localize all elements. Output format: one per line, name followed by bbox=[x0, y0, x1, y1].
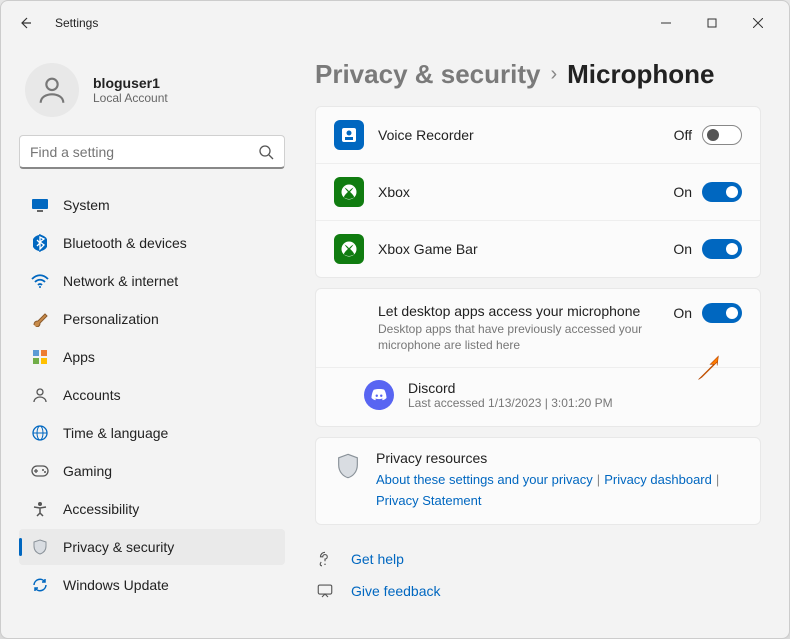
app-row: Voice Recorder Off bbox=[316, 107, 760, 164]
user-profile[interactable]: bloguser1 Local Account bbox=[19, 57, 285, 135]
app-access-panel: Voice Recorder Off Xbox On Xbox Game Bar On bbox=[315, 106, 761, 278]
sidebar-item-accounts[interactable]: Accounts bbox=[19, 377, 285, 413]
sidebar-item-privacy-security[interactable]: Privacy & security bbox=[19, 529, 285, 565]
sidebar-item-time-language[interactable]: Time & language bbox=[19, 415, 285, 451]
sidebar-item-label: Apps bbox=[63, 349, 95, 365]
back-arrow-icon bbox=[17, 15, 33, 31]
content-area: Privacy & security › Microphone Voice Re… bbox=[303, 45, 789, 638]
desktop-apps-state: On bbox=[673, 305, 692, 321]
give-feedback-link[interactable]: Give feedback bbox=[315, 575, 761, 607]
desktop-app-last-accessed: Last accessed 1/13/2023 | 3:01:20 PM bbox=[408, 396, 613, 410]
sidebar-item-gaming[interactable]: Gaming bbox=[19, 453, 285, 489]
shield-icon bbox=[31, 538, 49, 556]
sidebar-item-windows-update[interactable]: Windows Update bbox=[19, 567, 285, 603]
help-icon bbox=[315, 549, 335, 569]
person-icon bbox=[35, 73, 69, 107]
window-title: Settings bbox=[55, 16, 98, 30]
sidebar-item-label: Gaming bbox=[63, 463, 112, 479]
app-name: Xbox bbox=[378, 184, 659, 200]
avatar bbox=[25, 63, 79, 117]
give-feedback-label: Give feedback bbox=[351, 583, 441, 599]
account-type: Local Account bbox=[93, 91, 168, 105]
search-input[interactable] bbox=[30, 144, 258, 160]
accessibility-icon bbox=[31, 500, 49, 518]
desktop-app-row: Discord Last accessed 1/13/2023 | 3:01:2… bbox=[316, 368, 760, 426]
app-icon bbox=[334, 120, 364, 150]
sidebar: bloguser1 Local Account System Bluetooth … bbox=[1, 45, 303, 638]
sidebar-item-label: Bluetooth & devices bbox=[63, 235, 187, 251]
get-help-label: Get help bbox=[351, 551, 404, 567]
search-box[interactable] bbox=[19, 135, 285, 169]
close-icon bbox=[753, 18, 763, 28]
sidebar-item-label: Personalization bbox=[63, 311, 159, 327]
desktop-apps-panel: Let desktop apps access your microphone … bbox=[315, 288, 761, 427]
resources-links: About these settings and your privacy|Pr… bbox=[376, 470, 723, 512]
chevron-right-icon: › bbox=[550, 63, 557, 86]
app-icon bbox=[334, 234, 364, 264]
desktop-app-name: Discord bbox=[408, 380, 613, 396]
app-state: On bbox=[673, 241, 692, 257]
close-button[interactable] bbox=[735, 8, 781, 38]
system-icon bbox=[31, 196, 49, 214]
back-button[interactable] bbox=[9, 7, 41, 39]
app-icon bbox=[334, 177, 364, 207]
privacy-resources-panel: Privacy resources About these settings a… bbox=[315, 437, 761, 525]
sidebar-item-label: Accessibility bbox=[63, 501, 139, 517]
sidebar-item-personalization[interactable]: Personalization bbox=[19, 301, 285, 337]
sidebar-item-label: Privacy & security bbox=[63, 539, 174, 555]
desktop-apps-subtitle: Desktop apps that have previously access… bbox=[378, 321, 659, 353]
app-state: On bbox=[673, 184, 692, 200]
update-icon bbox=[31, 576, 49, 594]
get-help-link[interactable]: Get help bbox=[315, 543, 761, 575]
app-toggle[interactable] bbox=[702, 182, 742, 202]
resource-link-statement[interactable]: Privacy Statement bbox=[376, 493, 482, 508]
brush-icon bbox=[31, 310, 49, 328]
app-state: Off bbox=[674, 127, 692, 143]
wifi-icon bbox=[31, 272, 49, 290]
sidebar-item-label: Windows Update bbox=[63, 577, 169, 593]
sidebar-item-system[interactable]: System bbox=[19, 187, 285, 223]
app-name: Xbox Game Bar bbox=[378, 241, 659, 257]
maximize-button[interactable] bbox=[689, 8, 735, 38]
sidebar-item-apps[interactable]: Apps bbox=[19, 339, 285, 375]
sidebar-item-label: Accounts bbox=[63, 387, 121, 403]
sidebar-item-bluetooth-devices[interactable]: Bluetooth & devices bbox=[19, 225, 285, 261]
footer-links: Get help Give feedback bbox=[315, 543, 761, 607]
discord-icon bbox=[364, 380, 394, 410]
app-row: Xbox Game Bar On bbox=[316, 221, 760, 277]
app-name: Voice Recorder bbox=[378, 127, 660, 143]
bluetooth-icon bbox=[31, 234, 49, 252]
breadcrumb: Privacy & security › Microphone bbox=[315, 59, 761, 90]
app-row: Xbox On bbox=[316, 164, 760, 221]
globe-icon bbox=[31, 424, 49, 442]
sidebar-item-accessibility[interactable]: Accessibility bbox=[19, 491, 285, 527]
app-toggle[interactable] bbox=[702, 125, 742, 145]
sidebar-item-label: Network & internet bbox=[63, 273, 178, 289]
sidebar-item-label: System bbox=[63, 197, 110, 213]
sidebar-item-network-internet[interactable]: Network & internet bbox=[19, 263, 285, 299]
resource-link-about[interactable]: About these settings and your privacy bbox=[376, 472, 593, 487]
minimize-icon bbox=[661, 18, 671, 28]
shield-icon bbox=[334, 452, 362, 480]
nav-list: System Bluetooth & devices Network & inter… bbox=[19, 187, 285, 603]
game-icon bbox=[31, 462, 49, 480]
username: bloguser1 bbox=[93, 75, 168, 91]
settings-window: Settings bloguser1 Local Account Sys bbox=[0, 0, 790, 639]
minimize-button[interactable] bbox=[643, 8, 689, 38]
apps-icon bbox=[31, 348, 49, 366]
resources-title: Privacy resources bbox=[376, 450, 723, 466]
feedback-icon bbox=[315, 581, 335, 601]
desktop-apps-toggle[interactable] bbox=[702, 303, 742, 323]
app-toggle[interactable] bbox=[702, 239, 742, 259]
resource-link-dashboard[interactable]: Privacy dashboard bbox=[604, 472, 712, 487]
breadcrumb-parent[interactable]: Privacy & security bbox=[315, 59, 540, 90]
desktop-apps-title: Let desktop apps access your microphone bbox=[378, 303, 659, 319]
sidebar-item-label: Time & language bbox=[63, 425, 168, 441]
titlebar: Settings bbox=[1, 1, 789, 45]
account-icon bbox=[31, 386, 49, 404]
maximize-icon bbox=[707, 18, 717, 28]
breadcrumb-current: Microphone bbox=[567, 59, 714, 90]
search-icon bbox=[258, 144, 274, 160]
